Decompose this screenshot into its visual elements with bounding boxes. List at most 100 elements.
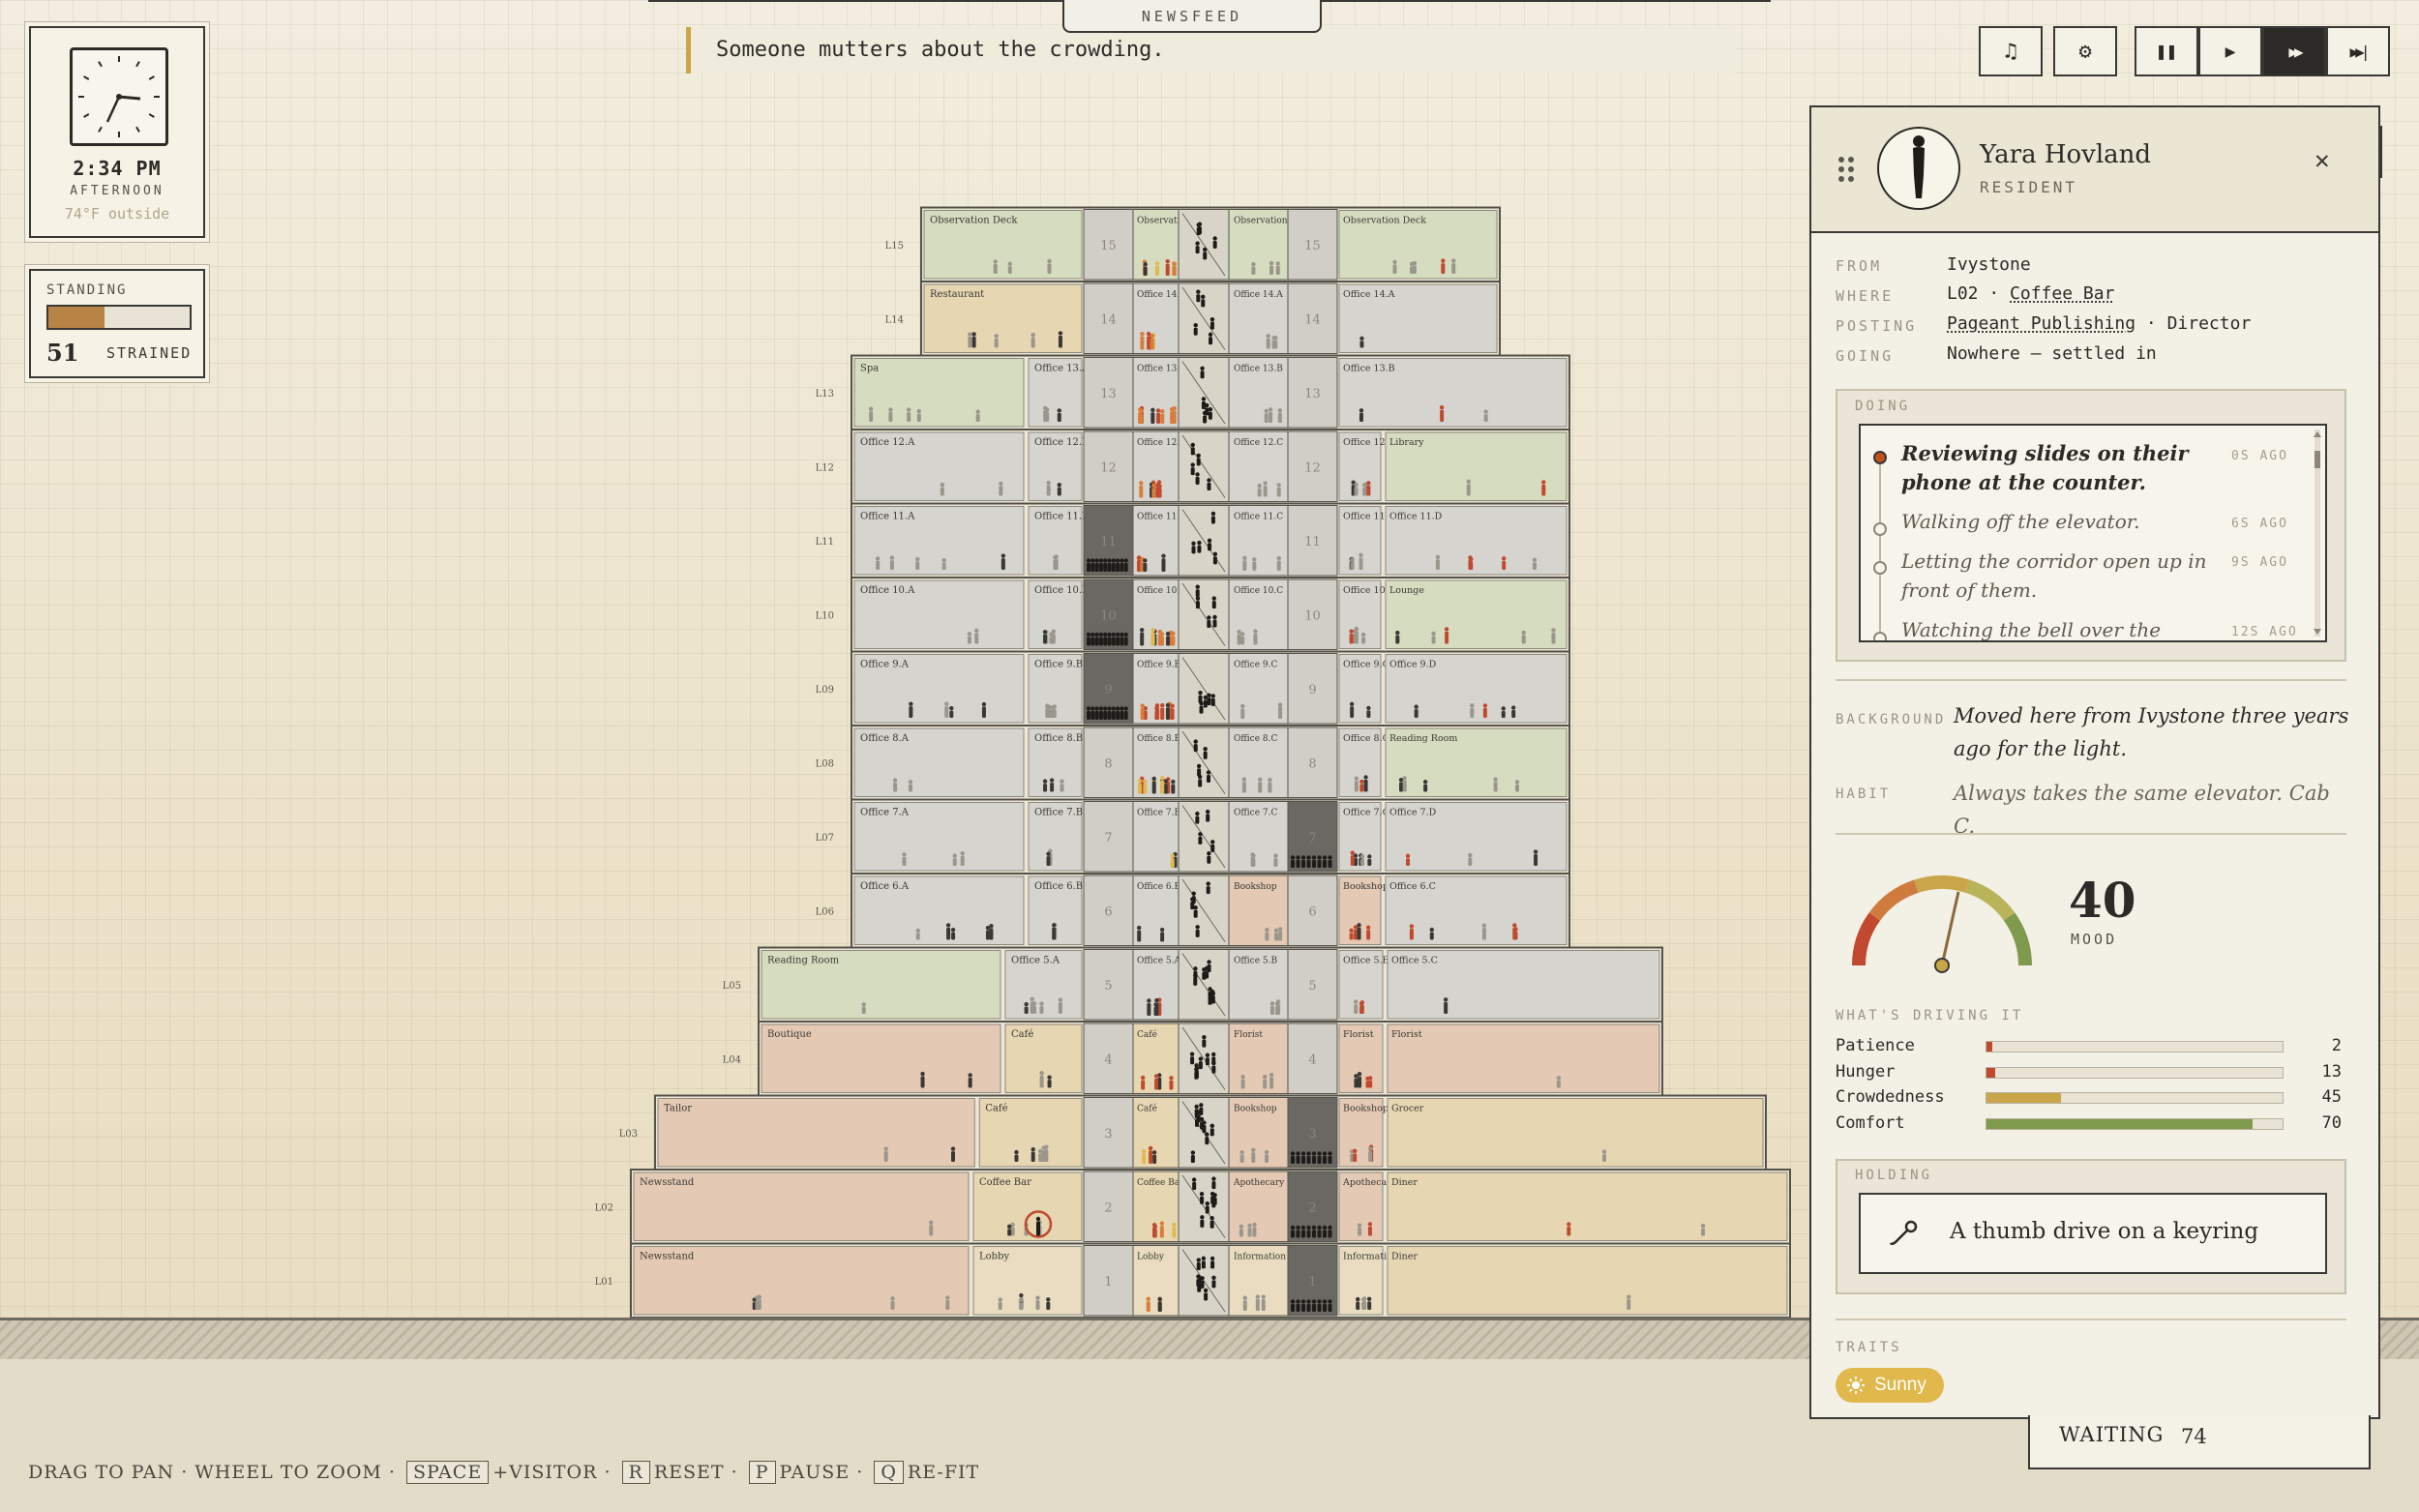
mood-needle — [1940, 891, 1960, 966]
avatar — [1877, 127, 1960, 210]
resident-panel: Yara Hovland RESIDENT ✕ FROM Ivystone WH… — [1809, 105, 2380, 1419]
settings-button[interactable]: ⚙ — [2053, 26, 2117, 76]
sun-icon — [1847, 1377, 1865, 1394]
where-place-link[interactable]: Coffee Bar — [2010, 283, 2114, 304]
drag-handle-icon[interactable] — [1837, 156, 1856, 183]
going-value: Nowhere — settled in — [1947, 343, 2157, 364]
driver-name: Comfort — [1836, 1113, 1905, 1133]
driver-name: Hunger — [1836, 1062, 1896, 1082]
key-q: Q — [874, 1461, 904, 1484]
clock-card: 2:34 PM AFTERNOON 74°F outside — [29, 26, 205, 238]
timeline-dot-current — [1873, 451, 1887, 464]
hint-text: PAUSE · — [779, 1462, 864, 1483]
key-space: SPACE — [406, 1461, 490, 1484]
fast-forward-button[interactable]: ▶▶ — [2262, 26, 2326, 76]
waiting-counter: WAITING 74 — [2028, 1415, 2371, 1469]
activity-log[interactable]: Reviewing slides on their phone at the c… — [1859, 424, 2327, 642]
standing-state: STRAINED — [106, 344, 193, 362]
play-icon: ▶ — [2225, 41, 2236, 62]
timeline-dot — [1873, 561, 1887, 575]
holding-section: HOLDING A thumb drive on a keyring — [1836, 1159, 2346, 1294]
standing-card: STANDING 51 STRAINED — [29, 269, 205, 378]
from-value: Ivystone — [1947, 254, 2031, 275]
waiting-value: 74 — [2181, 1425, 2207, 1448]
fastest-button[interactable]: ▶▶| — [2326, 26, 2390, 76]
hint-text: DRAG TO PAN · WHEEL TO ZOOM · — [28, 1462, 396, 1483]
mood-gauge — [1852, 875, 2032, 973]
log-time-3: 12S AGO — [2231, 625, 2298, 639]
timeline-dot — [1873, 632, 1887, 640]
standing-meter — [46, 305, 192, 330]
driver-value: 70 — [2321, 1113, 2342, 1133]
driver-value: 2 — [2331, 1036, 2342, 1055]
music-note-icon: ♫ — [2004, 39, 2017, 64]
driver-bar-fill — [1986, 1042, 1993, 1052]
trait-label: Sunny — [1874, 1375, 1926, 1395]
habit-label: HABIT — [1836, 786, 1892, 802]
timeline-line — [1879, 455, 1881, 640]
driver-value: 45 — [2321, 1087, 2342, 1107]
resident-name: Yara Hovland — [1980, 140, 2152, 169]
posting-company-link[interactable]: Pageant Publishing — [1947, 313, 2135, 334]
posting-label: POSTING — [1836, 317, 1918, 335]
pause-icon: ❚❚ — [2156, 41, 2177, 62]
divider — [1836, 833, 2346, 835]
driver-bar — [1986, 1092, 2284, 1104]
divider — [1836, 679, 2346, 681]
play-button[interactable]: ▶ — [2198, 26, 2262, 76]
doing-label: DOING — [1855, 399, 1911, 414]
waiting-label: WAITING — [2059, 1423, 2165, 1446]
standing-label: STANDING — [46, 282, 128, 298]
clock-time: 2:34 PM — [73, 157, 162, 180]
driver-bar — [1986, 1067, 2284, 1079]
hint-text: RE-FIT — [907, 1462, 980, 1483]
background-text: Moved here from Ivystone three years ago… — [1954, 704, 2349, 760]
key-p: P — [748, 1461, 776, 1484]
driver-name: Crowdedness — [1836, 1087, 1945, 1107]
log-time-0: 0S AGO — [2231, 449, 2288, 463]
doing-section: DOING Reviewing slides on their phone at… — [1836, 389, 2346, 662]
hint-text: +VISITOR · — [493, 1462, 612, 1483]
clock-period: AFTERNOON — [70, 184, 164, 198]
standing-meter-fill — [48, 307, 105, 328]
posting-role: · Director — [2135, 313, 2252, 334]
where-value: L02 · Coffee Bar — [1947, 283, 2114, 304]
from-label: FROM — [1836, 257, 1883, 275]
drivers-label: WHAT'S DRIVING IT — [1836, 1008, 2024, 1023]
log-time-2: 9S AGO — [2231, 555, 2288, 570]
log-entry-3: Watching the bell over the — [1901, 618, 2162, 641]
keyring-icon — [1889, 1220, 1918, 1246]
log-time-1: 6S AGO — [2231, 517, 2288, 531]
pause-button[interactable]: ❚❚ — [2135, 26, 2198, 76]
driver-value: 13 — [2321, 1062, 2342, 1082]
standing-value: 51 — [46, 339, 79, 367]
driver-bar-fill — [1986, 1119, 2254, 1129]
hint-text: RESET · — [653, 1462, 738, 1483]
posting-value: Pageant Publishing · Director — [1947, 313, 2251, 334]
traits-label: TRAITS — [1836, 1340, 1902, 1355]
panel-header: Yara Hovland RESIDENT ✕ — [1811, 107, 2378, 233]
where-floor: L02 · — [1947, 283, 2011, 304]
holding-text: A thumb drive on a keyring — [1950, 1219, 2259, 1244]
close-icon[interactable]: ✕ — [2314, 146, 2330, 175]
mood-value: 40 — [2069, 872, 2136, 929]
fast-forward-icon: ▶▶ — [2288, 42, 2303, 61]
newsfeed-tab[interactable]: NEWSFEED — [1062, 0, 1322, 33]
trait-badge[interactable]: Sunny — [1836, 1368, 1944, 1403]
driver-bar-fill — [1986, 1068, 1996, 1078]
clock-icon — [70, 47, 168, 146]
resident-role: RESIDENT — [1980, 178, 2078, 196]
log-scrollbar[interactable] — [2312, 430, 2323, 637]
log-entry-1: Walking off the elevator. — [1901, 510, 2140, 533]
log-entry-0: Reviewing slides on their phone at the c… — [1901, 441, 2189, 494]
where-label: WHERE — [1836, 287, 1895, 305]
holding-label: HOLDING — [1855, 1168, 1933, 1183]
mood-label: MOOD — [2071, 931, 2118, 948]
going-label: GOING — [1836, 347, 1895, 365]
timeline-dot — [1873, 522, 1887, 536]
outside-temperature: 74°F outside — [64, 205, 170, 222]
music-button[interactable]: ♫ — [1979, 26, 2043, 76]
driver-bar-fill — [1986, 1093, 2061, 1103]
holding-item[interactable]: A thumb drive on a keyring — [1859, 1193, 2327, 1274]
gear-icon: ⚙ — [2078, 39, 2092, 64]
